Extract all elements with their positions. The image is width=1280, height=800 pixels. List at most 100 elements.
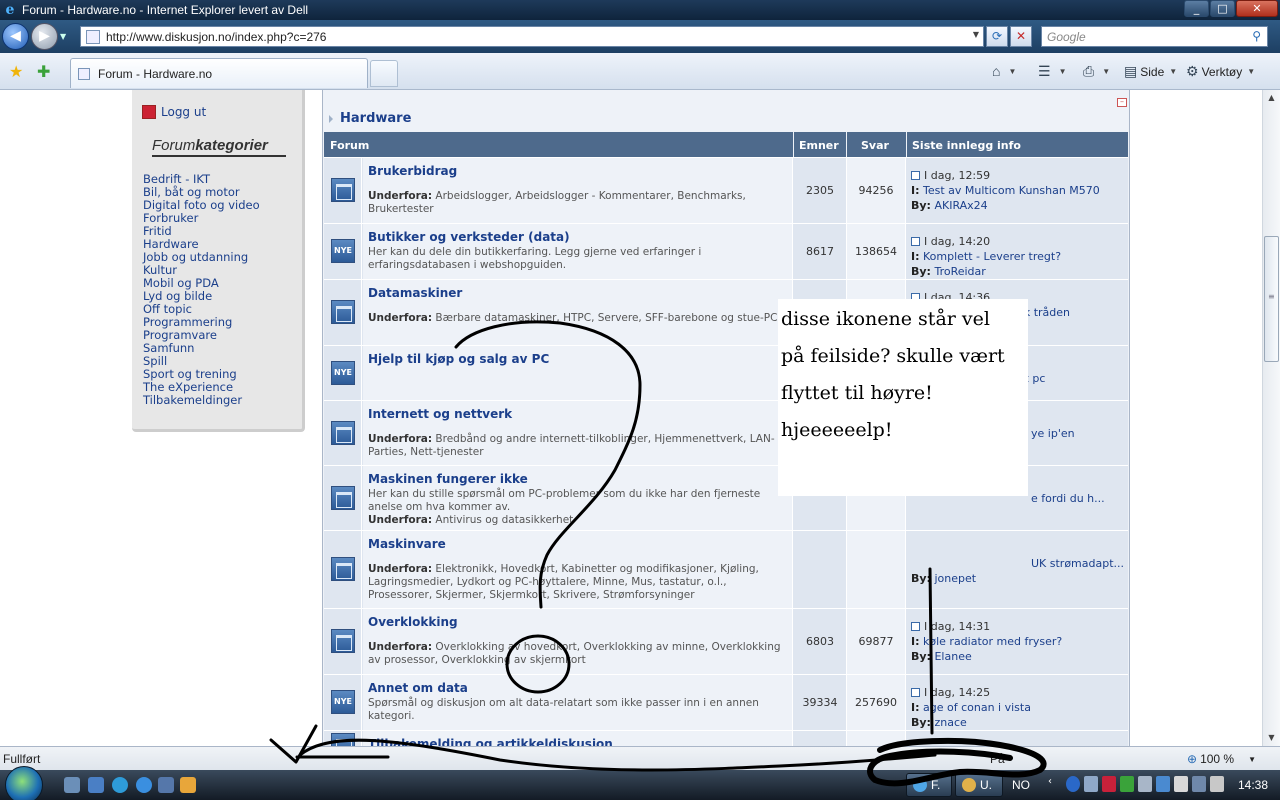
- taskbar-ie-button[interactable]: F.: [906, 773, 952, 797]
- taskbar-paint-button[interactable]: U.: [955, 773, 1003, 797]
- gmail-icon[interactable]: [1102, 776, 1116, 792]
- print-button[interactable]: ⎙ ▼: [1083, 63, 1110, 80]
- forum-icon-cell: NYE: [324, 224, 362, 279]
- history-dropdown-icon[interactable]: ▼: [60, 32, 66, 41]
- post-icon[interactable]: [911, 622, 920, 631]
- tools-menu[interactable]: ⚙ Verktøy ▼: [1186, 63, 1255, 80]
- switch-windows-icon[interactable]: [88, 777, 104, 793]
- last-post-cell: UK strømadapt... By: jonepet: [906, 531, 1128, 608]
- tray-expand-icon[interactable]: ‹: [1048, 776, 1062, 792]
- last-post-author-link[interactable]: jonepet: [934, 571, 976, 586]
- forum-icon-cell: [324, 531, 362, 608]
- favorites-star-icon[interactable]: ★: [9, 62, 23, 81]
- add-favorite-icon[interactable]: ✚: [37, 62, 50, 81]
- address-toolbar: ◀ ▶ ▼ http://www.diskusjon.no/index.php?…: [0, 20, 1280, 53]
- network-icon[interactable]: [1192, 776, 1206, 792]
- post-icon[interactable]: [911, 688, 920, 697]
- forum-name-link[interactable]: Annet om data: [368, 681, 786, 695]
- last-post-topic-link[interactable]: e fordi du h...: [1031, 491, 1105, 506]
- app-quicklaunch-icon[interactable]: [158, 777, 174, 793]
- tray-app-icon[interactable]: [1156, 776, 1170, 792]
- emner-count: 2305: [794, 158, 847, 223]
- language-indicator[interactable]: NO: [1012, 778, 1030, 792]
- last-post-author-link[interactable]: TroReidar: [934, 264, 985, 279]
- scroll-down-icon[interactable]: ▼: [1263, 730, 1280, 746]
- logout-link[interactable]: Logg ut: [142, 105, 206, 119]
- forum-name-link[interactable]: Internett og nettverk: [368, 407, 786, 421]
- address-dropdown-icon[interactable]: ▼: [973, 30, 979, 39]
- forum-info-cell: Overklokking Underfora: Overklokking av h…: [363, 609, 793, 674]
- last-post-topic-link[interactable]: ye ip'en: [1031, 426, 1075, 441]
- tray-app-icon[interactable]: [1084, 776, 1098, 792]
- subforum-label: Underfora:: [368, 312, 433, 324]
- forum-name-link[interactable]: Maskinvare: [368, 537, 786, 551]
- last-post-author-link[interactable]: znace: [934, 715, 966, 730]
- status-bar: Fullført På ⊕ 100 % ▼: [0, 746, 1280, 770]
- subforum-links[interactable]: Antivirus og datasikkerhet: [435, 514, 573, 526]
- forum-name-link[interactable]: Maskinen fungerer ikke: [368, 472, 786, 486]
- subforum-list: Underfora: Antivirus og datasikkerhet: [368, 514, 786, 527]
- last-post-author-link[interactable]: Elanee: [934, 649, 971, 664]
- media-quicklaunch-icon[interactable]: [180, 777, 196, 793]
- page-icon: ▤: [1124, 63, 1138, 79]
- col-forum: Forum: [330, 139, 370, 152]
- forum-section-heading[interactable]: Hardware: [340, 111, 411, 126]
- forum-info-cell: Maskinen fungerer ikke Her kan du stille …: [363, 466, 793, 530]
- scrollbar-thumb[interactable]: ≡: [1264, 236, 1279, 362]
- tab-forum[interactable]: Forum - Hardware.no: [70, 58, 368, 88]
- zoom-control[interactable]: ⊕ 100 % ▼: [1187, 752, 1256, 766]
- page-menu[interactable]: ▤ Side ▼: [1124, 63, 1177, 80]
- taskbar-ie-label: F.: [931, 778, 941, 792]
- taskbar-paint-label: U.: [980, 778, 992, 792]
- battery-icon[interactable]: [1174, 776, 1188, 792]
- vertical-scrollbar[interactable]: ▲ ≡ ▼: [1262, 90, 1280, 746]
- last-post-time-text: I dag, 12:59: [924, 169, 991, 182]
- minimize-button[interactable]: _: [1184, 0, 1209, 17]
- printer-icon: ⎙: [1083, 63, 1095, 79]
- ie-quicklaunch-icon[interactable]: [136, 777, 152, 793]
- back-button[interactable]: ◀: [2, 23, 29, 50]
- forum-name-link[interactable]: Datamaskiner: [368, 286, 786, 300]
- last-post-topic-link[interactable]: køle radiator med fryser?: [923, 634, 1062, 649]
- subforum-links[interactable]: Bærbare datamaskiner, HTPC, Servere, SFF…: [435, 312, 777, 324]
- browser-quicklaunch-icon[interactable]: [112, 777, 128, 793]
- messenger-icon[interactable]: [1120, 776, 1134, 792]
- subforum-label: Underfora:: [368, 563, 433, 575]
- refresh-button[interactable]: ⟳: [986, 26, 1008, 47]
- last-post-topic-link[interactable]: UK strømadapt...: [1031, 556, 1124, 571]
- address-bar[interactable]: http://www.diskusjon.no/index.php?c=276 …: [80, 26, 984, 47]
- show-desktop-icon[interactable]: [64, 777, 80, 793]
- post-icon[interactable]: [911, 237, 920, 246]
- feeds-button[interactable]: ☰ ▼: [1038, 63, 1066, 80]
- forward-button[interactable]: ▶: [31, 23, 58, 50]
- last-post-topic-link[interactable]: age of conan i vista: [923, 700, 1031, 715]
- new-tab-button[interactable]: [370, 60, 398, 87]
- forum-name-link[interactable]: Brukerbidrag: [368, 164, 786, 178]
- forum-name-link[interactable]: Tilbakemelding og artikkeldiskusjon: [368, 737, 786, 746]
- forum-name-link[interactable]: Hjelp til kjøp og salg av PC: [368, 352, 786, 366]
- post-icon[interactable]: [911, 171, 920, 180]
- last-post-topic-link[interactable]: Komplett - Leverer tregt?: [923, 249, 1061, 264]
- collapse-icon[interactable]: –: [1117, 98, 1127, 107]
- tab-bar: ★ ✚ Forum - Hardware.no ⌂ ▼ ☰ ▼ ⎙ ▼ ▤ Side ▼ …: [0, 53, 1280, 90]
- stop-button[interactable]: ✕: [1010, 26, 1032, 47]
- category-link[interactable]: Tilbakemeldinger: [143, 394, 260, 407]
- forum-name-link[interactable]: Butikker og verksteder (data): [368, 230, 786, 244]
- search-icon[interactable]: ⚲: [1252, 29, 1261, 43]
- forum-info-cell: Datamaskiner Underfora: Bærbare datamaski…: [363, 280, 793, 345]
- maximize-button[interactable]: □: [1210, 0, 1235, 17]
- bluetooth-icon[interactable]: [1066, 776, 1080, 792]
- tray-app-icon[interactable]: [1138, 776, 1152, 792]
- forum-name-link[interactable]: Overklokking: [368, 615, 786, 629]
- last-post-author-link[interactable]: AKIRAx24: [934, 198, 987, 213]
- start-button[interactable]: [5, 766, 43, 800]
- home-button[interactable]: ⌂ ▼: [992, 63, 1016, 79]
- search-input[interactable]: Google ⚲: [1041, 26, 1268, 47]
- close-button[interactable]: ✕: [1236, 0, 1278, 17]
- scroll-up-icon[interactable]: ▲: [1263, 90, 1280, 106]
- last-post-topic-link[interactable]: Test av Multicom Kunshan M570: [923, 183, 1100, 198]
- url-text[interactable]: http://www.diskusjon.no/index.php?c=276: [106, 30, 326, 44]
- chevron-down-icon: ▼: [1102, 67, 1111, 76]
- volume-icon[interactable]: [1210, 776, 1224, 792]
- logout-icon: [142, 105, 156, 119]
